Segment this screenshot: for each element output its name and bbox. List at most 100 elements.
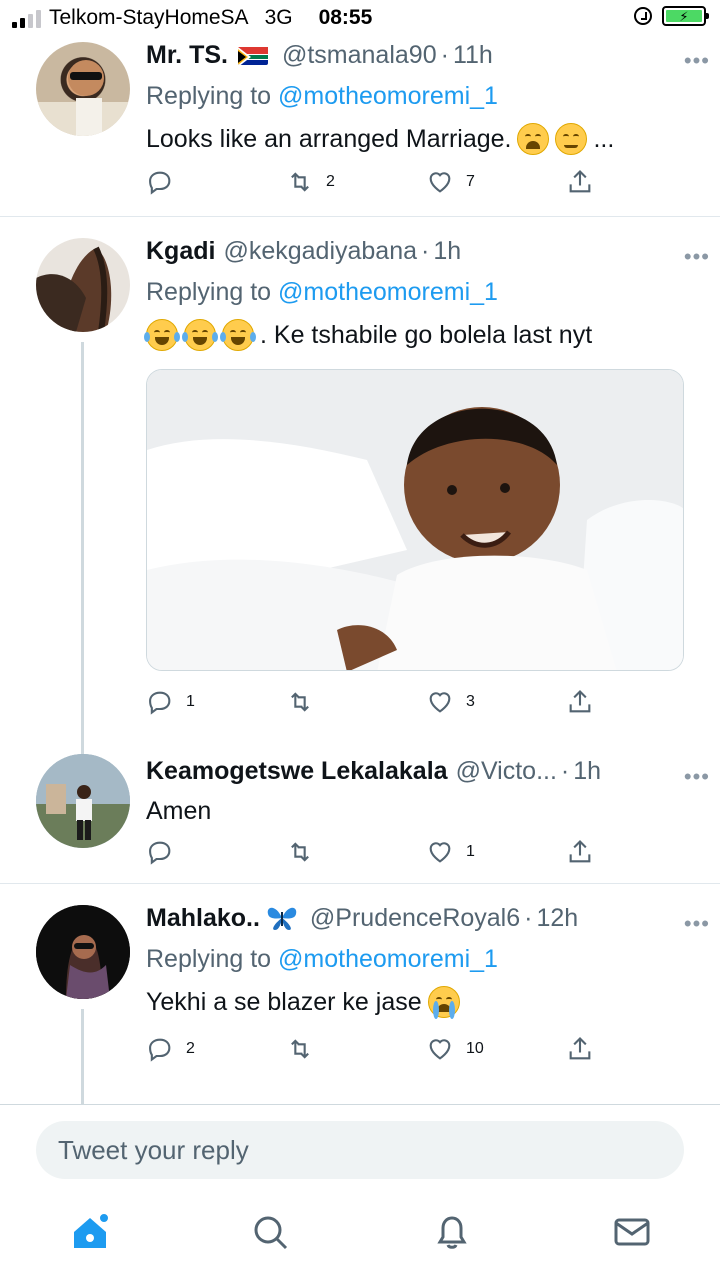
tweet-text: Amen — [146, 794, 700, 828]
search-icon — [254, 1216, 288, 1250]
reply-button[interactable] — [146, 838, 186, 866]
tweet-text: Looks like an arranged Marriage. ... — [146, 122, 700, 156]
tab-messages[interactable] — [612, 1212, 652, 1252]
reply-input[interactable] — [36, 1121, 684, 1179]
timestamp[interactable]: 1h — [433, 237, 461, 266]
tweet[interactable]: Mr. TS. @tsmanala90 · 11h Replying to @m… — [0, 36, 720, 216]
tweet[interactable]: Keamogetswe Lekalakala @Victo... · 1h Am… — [0, 752, 720, 882]
retweet-button[interactable] — [286, 1035, 326, 1063]
tears-of-joy-emoji-icon — [182, 319, 218, 351]
reply-icon — [149, 171, 171, 195]
replying-to: Replying to @motheomoremi_1 — [146, 941, 700, 977]
display-name[interactable]: Mahlako.. — [146, 904, 260, 933]
like-count: 1 — [466, 843, 475, 860]
network-label: 3G — [264, 6, 293, 29]
tab-home[interactable] — [70, 1212, 110, 1252]
south-africa-flag-icon — [237, 45, 268, 65]
reply-count: 2 — [186, 1040, 195, 1057]
bell-icon — [437, 1216, 467, 1249]
thread-line — [81, 342, 84, 754]
handle[interactable]: @kekgadiyabana — [223, 237, 417, 266]
thread-line — [81, 1009, 84, 1104]
reply-button[interactable] — [146, 168, 186, 196]
retweet-button[interactable] — [286, 838, 326, 866]
timestamp[interactable]: 1h — [573, 757, 601, 786]
tears-of-joy-emoji-icon — [220, 319, 256, 351]
home-icon — [74, 1212, 110, 1248]
like-button[interactable]: 10 — [426, 1035, 484, 1063]
share-button[interactable] — [566, 168, 594, 196]
avatar[interactable] — [36, 42, 130, 136]
bottom-tab-bar — [0, 1194, 720, 1280]
tears-of-joy-emoji-icon — [144, 319, 180, 351]
tab-notifications[interactable] — [432, 1212, 472, 1252]
share-button[interactable] — [566, 688, 594, 716]
weary-face-emoji-icon — [517, 123, 550, 155]
retweet-icon — [291, 842, 309, 862]
retweet-button[interactable] — [286, 688, 326, 716]
timestamp[interactable]: 11h — [453, 41, 493, 70]
tweet-text: . Ke tshabile go bolela last nyt — [144, 318, 700, 352]
reply-icon — [149, 841, 171, 865]
carrier-label: Telkom-StayHomeSA — [49, 6, 249, 29]
share-icon — [569, 840, 591, 863]
mention-link[interactable]: @motheomoremi_1 — [278, 278, 498, 306]
retweet-icon — [291, 172, 309, 192]
mention-link[interactable]: @motheomoremi_1 — [278, 82, 498, 110]
handle[interactable]: @PrudenceRoyal6 — [310, 904, 520, 933]
reply-button[interactable]: 2 — [146, 1035, 195, 1063]
heart-icon — [429, 1039, 451, 1060]
tweet-text-body: Yekhi a se blazer ke jase — [146, 988, 422, 1016]
like-button[interactable]: 7 — [426, 168, 475, 196]
retweet-icon — [291, 692, 309, 712]
retweet-button[interactable]: 2 — [286, 168, 335, 196]
display-name[interactable]: Kgadi — [146, 237, 215, 266]
battery-icon: ⚡ — [662, 6, 709, 26]
share-button[interactable] — [566, 1035, 594, 1063]
separator-dot: · — [440, 40, 449, 69]
avatar[interactable] — [36, 754, 130, 848]
tweet-text-body: . Ke tshabile go bolela last nyt — [260, 321, 593, 349]
display-name[interactable]: Keamogetswe Lekalakala — [146, 757, 448, 786]
tab-search[interactable] — [250, 1212, 290, 1252]
divider — [0, 216, 720, 217]
avatar[interactable] — [36, 905, 130, 999]
handle[interactable]: @tsmanala90 — [282, 41, 437, 70]
like-button[interactable]: 1 — [426, 838, 475, 866]
like-button[interactable]: 3 — [426, 688, 475, 716]
share-icon — [569, 1037, 591, 1060]
retweet-count: 2 — [326, 173, 335, 190]
replying-prefix: Replying to — [146, 82, 272, 110]
reply-icon — [149, 1038, 171, 1062]
more-options-icon[interactable]: ••• — [684, 48, 710, 74]
more-options-icon[interactable]: ••• — [684, 911, 710, 937]
reply-button[interactable]: 1 — [146, 688, 195, 716]
status-bar: Telkom-StayHomeSA 3G 08:55 ⚡ — [0, 0, 720, 36]
tweet-text: Yekhi a se blazer ke jase — [146, 985, 700, 1019]
tweet[interactable]: Mahlako.. @PrudenceRoyal6 · 12h Replying… — [0, 899, 720, 1104]
like-count: 10 — [466, 1040, 484, 1057]
separator-dot: · — [524, 903, 533, 932]
avatar[interactable] — [36, 238, 130, 332]
orientation-lock-icon — [634, 7, 652, 25]
butterfly-icon — [266, 904, 298, 932]
reply-count: 1 — [186, 693, 195, 710]
mention-link[interactable]: @motheomoremi_1 — [278, 945, 498, 973]
tweet-image[interactable] — [146, 369, 684, 671]
replying-to: Replying to @motheomoremi_1 — [146, 78, 700, 114]
tweet-text-body: Amen — [146, 797, 212, 825]
display-name[interactable]: Mr. TS. — [146, 41, 228, 70]
replying-prefix: Replying to — [146, 945, 272, 973]
handle[interactable]: @Victo... — [456, 757, 557, 786]
reply-icon — [149, 691, 171, 715]
mail-icon — [614, 1218, 650, 1246]
replying-to: Replying to @motheomoremi_1 — [146, 274, 700, 310]
share-button[interactable] — [566, 838, 594, 866]
share-icon — [569, 170, 591, 193]
separator-dot: · — [421, 236, 430, 265]
more-options-icon[interactable]: ••• — [684, 764, 710, 790]
tweet-text-ellipsis: ... — [593, 125, 615, 153]
more-options-icon[interactable]: ••• — [684, 244, 710, 270]
tweet-text-body: Looks like an arranged Marriage. — [146, 125, 512, 153]
timestamp[interactable]: 12h — [536, 904, 578, 933]
